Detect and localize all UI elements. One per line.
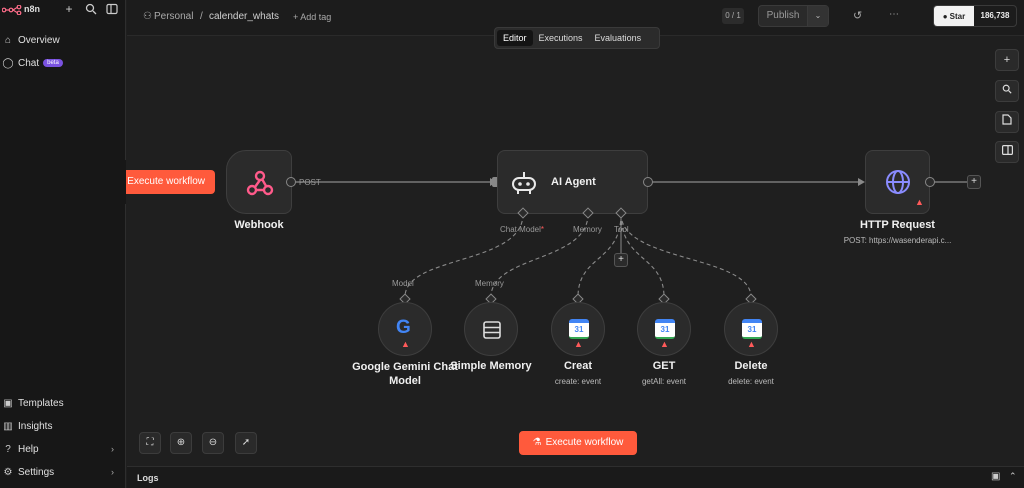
delete-node[interactable]: 31 ▲ (724, 302, 778, 356)
fit-view-icon: ⛶ (146, 437, 154, 448)
execute-workflow-trigger-button[interactable]: Execute workflow (120, 170, 215, 194)
robot-icon (512, 172, 536, 194)
gemini-node-title: Google Gemini Chat Model (352, 361, 458, 387)
globe-icon (886, 170, 910, 194)
delete-node-title: Delete (734, 360, 768, 372)
webhook-output-label: POST (299, 178, 321, 187)
warning-icon: ▲ (747, 339, 756, 349)
google-calendar-icon: 31 (742, 319, 762, 339)
simple-memory-node[interactable] (464, 302, 518, 356)
panel-toggle-button[interactable] (995, 141, 1019, 163)
logs-label: Logs (137, 473, 159, 483)
sidebar-edge (119, 160, 126, 204)
tab-executions[interactable]: Executions (533, 30, 589, 46)
panel-icon (1001, 145, 1013, 156)
webhook-node-title: Webhook (234, 219, 284, 231)
tool-handle-label: Tool (614, 225, 629, 234)
creat-node[interactable]: 31 ▲ (551, 302, 605, 356)
simple-memory-node-title: Simple Memory (450, 360, 532, 372)
creat-node-title: Creat (563, 360, 593, 372)
gemini-input-label: Model (392, 279, 414, 288)
zoom-in-button[interactable]: ⊕ (170, 432, 192, 454)
webhook-output-handle[interactable] (286, 177, 296, 187)
add-node-button[interactable]: + (967, 175, 981, 189)
google-calendar-icon: 31 (569, 319, 589, 339)
tab-evaluations[interactable]: Evaluations (589, 30, 648, 46)
memory-input-label: Memory (475, 279, 504, 288)
zoom-out-button[interactable]: ⊖ (202, 432, 224, 454)
chevron-up-icon[interactable]: ⌃ (1009, 471, 1017, 482)
get-node-subtitle: getAll: event (641, 377, 687, 386)
ai-agent-node[interactable]: AI Agent (497, 150, 648, 214)
add-tool-button[interactable]: + (614, 253, 628, 267)
logs-panel-bar[interactable]: Logs ▣ ⌃ (127, 466, 1024, 488)
note-icon (1002, 114, 1012, 125)
webhook-node[interactable] (226, 150, 292, 214)
zoom-out-icon: ⊖ (208, 437, 218, 448)
database-icon (483, 321, 501, 339)
creat-node-subtitle: create: event (554, 377, 602, 386)
add-node-toolbar-button[interactable]: + (995, 49, 1019, 71)
warning-icon: ▲ (401, 339, 410, 349)
popout-icon[interactable]: ▣ (991, 471, 1000, 482)
http-request-node-subtitle: POST: https://wasenderapi.c... (843, 236, 952, 245)
http-request-node[interactable]: ▲ (865, 150, 930, 214)
get-node[interactable]: 31 ▲ (637, 302, 691, 356)
search-icon (1002, 84, 1012, 94)
gemini-chat-model-node[interactable]: G ▲ (378, 302, 432, 356)
fit-view-button[interactable]: ⛶ (139, 432, 161, 454)
webhook-icon (246, 170, 274, 196)
zoom-in-icon: ⊕ (176, 437, 186, 448)
delete-node-subtitle: delete: event (728, 377, 774, 386)
google-icon: G (396, 317, 411, 338)
chat-model-label: Chat Model* (500, 225, 545, 234)
warning-icon: ▲ (915, 197, 924, 207)
sticky-note-button[interactable] (995, 111, 1019, 133)
get-node-title: GET (652, 360, 676, 372)
cursor-icon: ➚ (241, 437, 251, 448)
memory-handle-label: Memory (573, 225, 602, 234)
google-calendar-icon: 31 (655, 319, 675, 339)
search-nodes-button[interactable] (995, 80, 1019, 102)
http-output-handle[interactable] (925, 177, 935, 187)
warning-icon: ▲ (574, 339, 583, 349)
execute-workflow-button[interactable]: ⚗ Execute workflow (519, 431, 637, 455)
ai-agent-output-handle[interactable] (643, 177, 653, 187)
view-tabs: Editor Executions Evaluations (494, 27, 660, 49)
warning-icon: ▲ (660, 339, 669, 349)
ai-agent-node-title: AI Agent (551, 176, 596, 188)
tab-editor[interactable]: Editor (497, 30, 533, 46)
tidy-up-button[interactable]: ➚ (235, 432, 257, 454)
http-request-node-title: HTTP Request (860, 219, 935, 231)
flask-icon: ⚗ (532, 437, 542, 448)
